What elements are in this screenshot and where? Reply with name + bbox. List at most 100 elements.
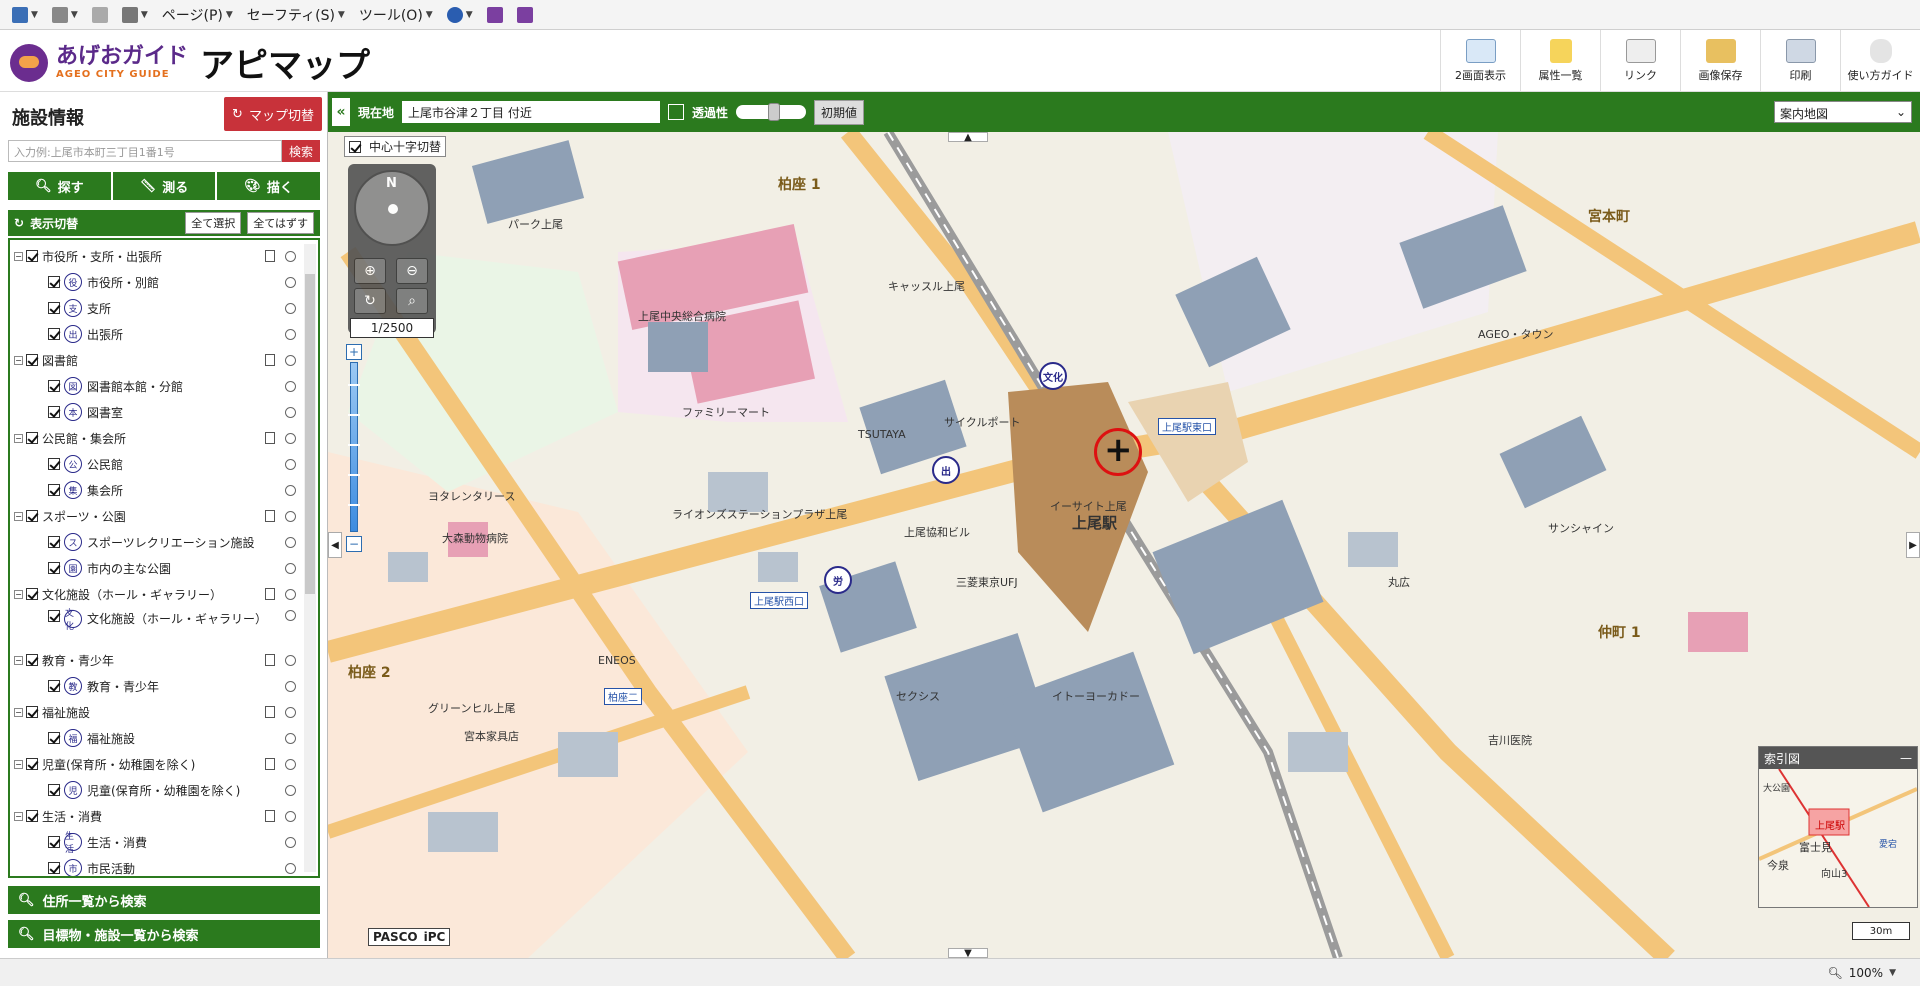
layer-checkbox[interactable] bbox=[48, 680, 60, 692]
category-checkbox[interactable] bbox=[26, 654, 38, 666]
document-icon[interactable] bbox=[265, 758, 275, 770]
collapse-icon[interactable]: − bbox=[14, 433, 23, 443]
document-icon[interactable] bbox=[265, 432, 275, 444]
search-icon[interactable] bbox=[285, 836, 296, 848]
layer-checkbox[interactable] bbox=[48, 836, 60, 848]
layer-category[interactable]: − 教育・青少年 bbox=[14, 650, 296, 670]
tab-search[interactable]: 🔍︎ 探す bbox=[8, 172, 111, 200]
layer-category[interactable]: − 児童(保育所・幼稚園を除く) bbox=[14, 754, 296, 774]
reset-transparency-button[interactable]: 初期値 bbox=[814, 99, 865, 125]
split-screen-button[interactable]: 2画面表示 bbox=[1440, 30, 1520, 92]
search-icon[interactable] bbox=[285, 484, 296, 496]
tab-measure[interactable]: 📏︎ 測る bbox=[112, 172, 216, 200]
print-map-button[interactable]: 印刷 bbox=[1760, 30, 1840, 92]
welfare-poi[interactable]: 労 bbox=[824, 566, 852, 594]
layer-checkbox[interactable] bbox=[48, 380, 60, 392]
layer-item[interactable]: 支支所 bbox=[14, 298, 296, 318]
category-checkbox[interactable] bbox=[26, 354, 38, 366]
search-icon[interactable] bbox=[285, 276, 296, 288]
tab-draw[interactable]: 🎨︎ 描く bbox=[217, 172, 321, 200]
category-checkbox[interactable] bbox=[26, 810, 38, 822]
deselect-all-button[interactable]: 全てはずす bbox=[247, 212, 314, 234]
minimize-icon[interactable]: — bbox=[1900, 751, 1912, 765]
document-icon[interactable] bbox=[265, 510, 275, 522]
compass-pan-control[interactable]: N bbox=[354, 170, 430, 246]
search-icon[interactable] bbox=[285, 432, 296, 444]
link-button[interactable]: リンク bbox=[1600, 30, 1680, 92]
category-checkbox[interactable] bbox=[26, 250, 38, 262]
category-checkbox[interactable] bbox=[26, 510, 38, 522]
safety-menu[interactable]: セーフティ(S) ▼ bbox=[243, 4, 349, 26]
zoom-plus-icon[interactable]: + bbox=[346, 344, 362, 360]
map-type-select[interactable]: 案内地図 ⌄ bbox=[1774, 101, 1912, 123]
layer-checkbox[interactable] bbox=[48, 328, 60, 340]
layer-checkbox[interactable] bbox=[48, 784, 60, 796]
search-icon[interactable] bbox=[285, 862, 296, 874]
site-logo[interactable]: あげおガイド AGEO CITY GUIDE アピマップ bbox=[10, 38, 370, 87]
layer-scrollbar[interactable] bbox=[304, 244, 316, 872]
chevron-down-icon[interactable]: ▼ bbox=[1889, 968, 1896, 978]
category-checkbox[interactable] bbox=[26, 588, 38, 600]
pan-east-arrow[interactable]: ▶ bbox=[1906, 532, 1920, 558]
mail-button[interactable] bbox=[88, 4, 112, 26]
zoom-out-button[interactable]: ⊖ bbox=[396, 258, 428, 284]
overview-map-body[interactable]: 上尾駅 富士見 今泉 大公園 愛宕 向山3 bbox=[1759, 769, 1917, 907]
document-icon[interactable] bbox=[265, 810, 275, 822]
layer-checkbox[interactable] bbox=[48, 562, 60, 574]
search-icon[interactable] bbox=[285, 536, 296, 548]
layer-item[interactable]: 集集会所 bbox=[14, 480, 296, 500]
layer-checkbox[interactable] bbox=[48, 302, 60, 314]
layer-category[interactable]: − 文化施設（ホール・ギャラリー） bbox=[14, 584, 296, 604]
pan-north-arrow[interactable]: ▲ bbox=[948, 132, 988, 143]
layer-item[interactable]: 教教育・青少年 bbox=[14, 676, 296, 696]
collapse-sidebar-button[interactable]: « bbox=[332, 98, 350, 126]
layer-category[interactable]: − 図書館 bbox=[14, 350, 296, 370]
map-canvas[interactable]: 柏座 1 柏座 2 宮本町 仲町 1 上尾駅 イーサイト上尾 上尾駅東口 上尾駅… bbox=[328, 132, 1920, 958]
search-icon[interactable] bbox=[285, 406, 296, 418]
search-icon[interactable] bbox=[285, 354, 296, 366]
layer-checkbox[interactable] bbox=[48, 484, 60, 496]
onenote-button[interactable] bbox=[483, 4, 507, 26]
layer-category[interactable]: − 福祉施設 bbox=[14, 702, 296, 722]
layer-item[interactable]: 市市民活動 bbox=[14, 858, 296, 876]
onenote-send-button[interactable] bbox=[513, 4, 537, 26]
home-button[interactable]: ▼ bbox=[8, 4, 42, 26]
search-icon[interactable] bbox=[285, 380, 296, 392]
layer-item[interactable]: 文化 文化施設（ホール・ギャラリー） bbox=[14, 609, 296, 644]
address-list-search[interactable]: 🔍︎ 住所一覧から検索 bbox=[8, 886, 320, 914]
zoom-level[interactable]: 100% bbox=[1849, 966, 1883, 980]
layer-item[interactable]: 図図書館本館・分館 bbox=[14, 376, 296, 396]
layer-checkbox[interactable] bbox=[48, 862, 60, 874]
layer-checkbox[interactable] bbox=[48, 536, 60, 548]
search-icon[interactable] bbox=[285, 758, 296, 770]
usage-guide-button[interactable]: 使い方ガイド bbox=[1840, 30, 1920, 92]
collapse-icon[interactable]: − bbox=[14, 811, 23, 821]
search-icon[interactable] bbox=[285, 328, 296, 340]
attribute-list-button[interactable]: 属性一覧 bbox=[1520, 30, 1600, 92]
collapse-icon[interactable]: − bbox=[14, 251, 23, 261]
feeds-button[interactable]: ▼ bbox=[48, 4, 82, 26]
search-button[interactable]: 検索 bbox=[282, 140, 320, 162]
crosshair-checkbox[interactable] bbox=[349, 140, 361, 153]
search-icon[interactable] bbox=[285, 302, 296, 314]
layer-category[interactable]: − スポーツ・公園 bbox=[14, 506, 296, 526]
collapse-icon[interactable]: − bbox=[14, 707, 23, 717]
zoom-slider[interactable]: + − bbox=[346, 344, 362, 554]
category-checkbox[interactable] bbox=[26, 706, 38, 718]
search-icon[interactable] bbox=[285, 458, 296, 470]
layer-item[interactable]: 役市役所・別館 bbox=[14, 272, 296, 292]
search-icon[interactable] bbox=[285, 510, 296, 522]
tools-menu[interactable]: ツール(O) ▼ bbox=[355, 4, 437, 26]
culture-facility-poi[interactable]: 文化 bbox=[1039, 362, 1067, 390]
category-checkbox[interactable] bbox=[26, 432, 38, 444]
zoom-track[interactable] bbox=[350, 362, 358, 532]
collapse-icon[interactable]: − bbox=[14, 355, 23, 365]
search-icon[interactable] bbox=[285, 250, 296, 262]
zoom-area-button[interactable]: ⌕ bbox=[396, 288, 428, 314]
pan-south-arrow[interactable]: ▼ bbox=[948, 948, 988, 958]
search-icon[interactable] bbox=[285, 732, 296, 744]
map-switch-button[interactable]: ↻ マップ切替 bbox=[224, 97, 322, 131]
landmark-list-search[interactable]: 🔍︎ 目標物・施設一覧から検索 bbox=[8, 920, 320, 948]
search-icon[interactable] bbox=[285, 680, 296, 692]
address-search-input[interactable]: 入力例:上尾市本町三丁目1番1号 bbox=[8, 140, 282, 162]
